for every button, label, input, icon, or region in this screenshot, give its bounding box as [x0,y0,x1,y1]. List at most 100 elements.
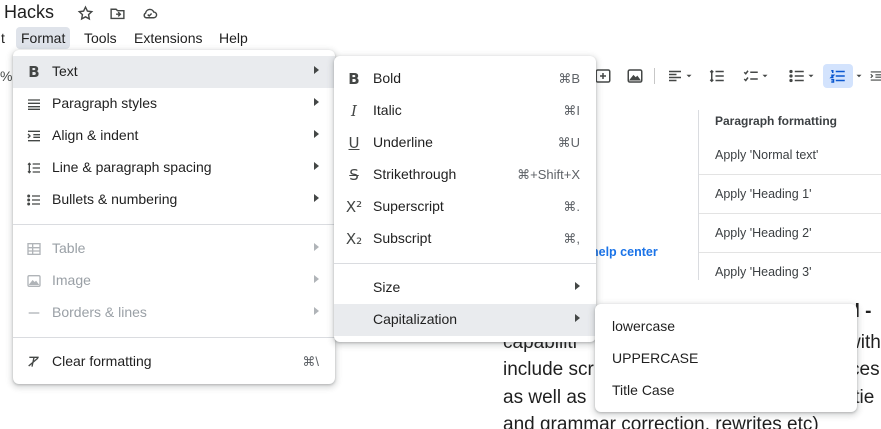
menu-item-bold[interactable]: B Bold ⌘B [334,63,596,95]
shortcut: ⌘I [563,103,580,118]
insert-image-icon[interactable] [625,64,645,88]
submenu-arrow-icon [314,243,319,251]
submenu-arrow-icon [314,162,319,170]
submenu-arrow-icon [314,66,319,74]
submenu-arrow-icon [314,194,319,202]
bold-icon: B [28,63,40,81]
shortcut: ⌘, [563,231,580,246]
item-label: Bold [373,70,402,86]
item-label: Apply 'Heading 2' [715,226,812,240]
submenu-arrow-icon [314,275,319,283]
menu-insert-fragment[interactable]: t [0,27,10,49]
submenu-arrow-icon [575,282,580,290]
item-label: Bullets & numbering [52,191,178,207]
underline-icon: U [348,134,360,152]
item-label: UPPERCASE [612,350,699,366]
item-label: Apply 'Normal text' [715,148,819,162]
item-label: Subscript [373,230,432,246]
cloud-saved-icon[interactable] [140,4,158,22]
menu-item-borders-lines[interactable]: Borders & lines [13,297,335,329]
shortcut: ⌘+Shift+X [517,167,580,182]
menu-extensions[interactable]: Extensions [129,27,207,49]
menu-separator [13,224,335,225]
align-icon[interactable] [662,64,698,88]
menu-separator [334,263,596,264]
item-label: Text [52,63,78,79]
numbered-list-dropdown-icon[interactable] [853,64,865,88]
table-icon [25,240,43,258]
menu-item-line-spacing[interactable]: Line & paragraph spacing [13,152,335,184]
numbered-list-icon[interactable] [823,64,853,88]
insert-link-icon[interactable] [594,64,612,88]
paragraph-styles-icon [25,95,43,113]
item-label: Line & paragraph spacing [52,159,212,175]
strikethrough-icon: S [349,166,359,184]
menu-item-image[interactable]: Image [13,265,335,297]
menu-item-title-case[interactable]: Title Case [595,375,857,407]
submenu-arrow-icon [314,98,319,106]
star-icon[interactable] [76,4,94,22]
move-to-folder-icon[interactable] [108,4,126,22]
format-menu: B Text Paragraph styles Align & indent L… [13,50,335,384]
item-label: Apply 'Heading 3' [715,265,812,279]
submenu-arrow-icon [575,314,580,322]
panel-heading: Paragraph formatting [715,114,838,128]
menu-item-strikethrough[interactable]: S Strikethrough ⌘+Shift+X [334,159,596,191]
menu-item-clear-formatting[interactable]: Clear formatting ⌘\ [13,346,335,378]
menu-item-superscript[interactable]: X² Superscript ⌘. [334,191,596,223]
item-label: lowercase [612,318,676,334]
item-label: Image [52,272,91,288]
item-label: Align & indent [52,127,139,143]
apply-normal-text[interactable]: Apply 'Normal text' [699,136,881,175]
menu-item-table[interactable]: Table [13,233,335,265]
menu-item-bullets-numbering[interactable]: Bullets & numbering [13,184,335,216]
line-spacing-icon[interactable] [706,64,728,88]
apply-heading-2[interactable]: Apply 'Heading 2' [699,214,881,253]
menu-item-underline[interactable]: U Underline ⌘U [334,127,596,159]
checklist-icon[interactable] [737,64,775,88]
item-label: Size [373,279,401,295]
indent-icon[interactable] [869,64,881,88]
shortcut: ⌘U [557,135,580,150]
item-label: Borders & lines [52,304,147,320]
menu-item-align-indent[interactable]: Align & indent [13,120,335,152]
submenu-arrow-icon [314,130,319,138]
italic-icon: I [351,102,357,120]
item-label: Strikethrough [373,166,457,182]
capitalization-submenu: lowercase UPPERCASE Title Case [595,304,857,412]
menu-item-size[interactable]: Size [334,272,596,304]
shortcut: ⌘. [563,199,580,214]
menu-item-italic[interactable]: I Italic ⌘I [334,95,596,127]
shortcut: ⌘B [558,71,580,86]
text-submenu: B Bold ⌘B I Italic ⌘I U Underline ⌘U S S… [334,56,596,342]
submenu-arrow-icon [314,307,319,315]
menu-item-text[interactable]: B Text [13,56,335,88]
menu-format[interactable]: Format [16,27,71,49]
superscript-icon: X² [345,198,363,216]
bulleted-list-icon[interactable] [783,64,821,88]
shortcut: ⌘\ [302,354,319,369]
item-label: Apply 'Heading 1' [715,187,812,201]
menu-tools[interactable]: Tools [79,27,122,49]
doc-text-line: and grammar correction, rewrites etc) [503,414,819,429]
borders-lines-icon [25,304,43,322]
help-center-link[interactable]: help center [591,245,658,259]
document-title[interactable]: Hacks [4,2,54,23]
doc-text-line: include scr [503,359,594,380]
apply-heading-3[interactable]: Apply 'Heading 3' [699,253,881,292]
menu-item-uppercase[interactable]: UPPERCASE [595,343,857,375]
bold-icon: B [348,70,360,88]
menu-item-lowercase[interactable]: lowercase [595,311,857,343]
item-label: Italic [373,102,402,118]
clear-formatting-icon [25,353,43,371]
paragraph-formatting-panel: Paragraph formatting Apply 'Normal text'… [698,110,881,280]
subscript-icon: X₂ [345,230,363,248]
item-label: Superscript [373,198,444,214]
menu-item-capitalization[interactable]: Capitalization [334,304,596,336]
image-icon [25,272,43,290]
menu-item-subscript[interactable]: X₂ Subscript ⌘, [334,223,596,255]
apply-heading-1[interactable]: Apply 'Heading 1' [699,175,881,214]
menu-item-paragraph-styles[interactable]: Paragraph styles [13,88,335,120]
item-label: Underline [373,134,433,150]
menu-help[interactable]: Help [214,27,253,49]
